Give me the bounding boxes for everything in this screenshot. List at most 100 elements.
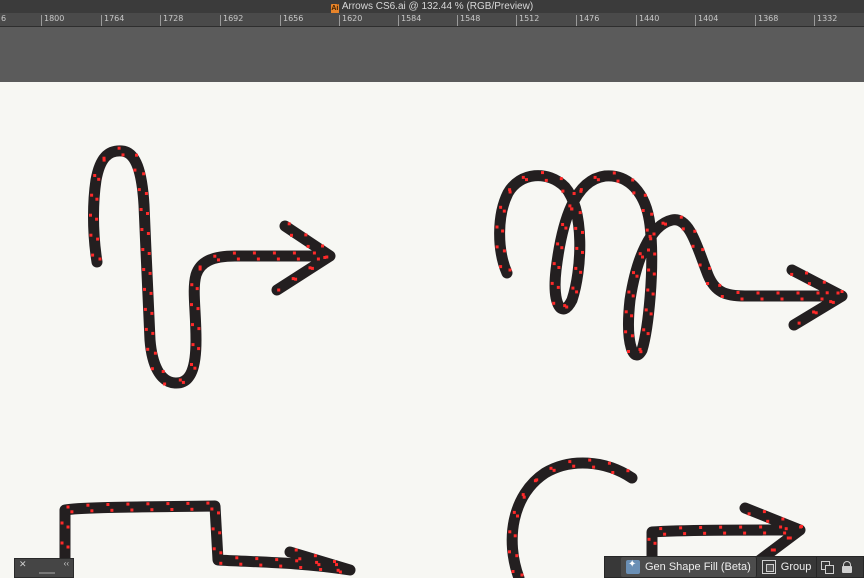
anchor-point[interactable] (501, 229, 505, 233)
anchor-point[interactable] (146, 347, 150, 351)
anchor-point[interactable] (535, 478, 539, 482)
anchor-point[interactable] (796, 291, 800, 295)
anchor-point[interactable] (552, 301, 556, 305)
anchor-point[interactable] (516, 514, 519, 518)
anchor-point[interactable] (645, 228, 649, 232)
anchor-point[interactable] (290, 233, 293, 237)
arrow-loops[interactable] (494, 170, 848, 361)
anchor-point[interactable] (110, 508, 114, 512)
anchor-point[interactable] (552, 468, 556, 472)
anchor-point[interactable] (646, 288, 650, 292)
anchor-point[interactable] (316, 257, 320, 261)
anchor-point[interactable] (91, 253, 95, 257)
anchor-point[interactable] (102, 156, 106, 160)
anchor-point[interactable] (140, 228, 144, 231)
anchor-point[interactable] (650, 212, 654, 216)
lock-icon[interactable] (841, 561, 853, 573)
anchor-point[interactable] (766, 519, 770, 523)
anchor-point[interactable] (98, 257, 102, 261)
anchor-point[interactable] (720, 295, 724, 298)
anchor-point[interactable] (578, 211, 582, 215)
anchor-point[interactable] (206, 501, 210, 505)
anchor-point[interactable] (820, 297, 824, 301)
anchor-point[interactable] (812, 310, 816, 314)
anchor-point[interactable] (579, 270, 583, 274)
anchor-point[interactable] (814, 311, 818, 315)
anchor-point[interactable] (786, 536, 790, 540)
anchor-point[interactable] (652, 272, 656, 276)
anchor-point[interactable] (512, 510, 516, 514)
anchor-point[interactable] (255, 557, 259, 561)
anchor-point[interactable] (588, 458, 592, 462)
anchor-point[interactable] (515, 554, 519, 558)
anchor-point[interactable] (616, 179, 620, 183)
anchor-point[interactable] (95, 197, 99, 201)
anchor-point[interactable] (304, 233, 308, 237)
anchor-point[interactable] (647, 537, 651, 541)
anchor-point[interactable] (193, 366, 197, 370)
anchor-point[interactable] (121, 153, 125, 157)
anchor-point[interactable] (321, 244, 324, 248)
anchor-point[interactable] (133, 168, 137, 172)
anchor-point[interactable] (502, 249, 506, 253)
anchor-point[interactable] (572, 464, 576, 468)
anchor-point[interactable] (272, 251, 276, 255)
anchor-point[interactable] (219, 551, 223, 555)
anchor-point[interactable] (151, 331, 155, 335)
anchor-point[interactable] (502, 209, 506, 213)
anchor-point[interactable] (312, 251, 316, 255)
anchor-point[interactable] (150, 508, 154, 512)
anchor-point[interactable] (800, 524, 803, 528)
anchor-point[interactable] (522, 495, 526, 499)
anchor-point[interactable] (190, 303, 193, 307)
anchor-point[interactable] (508, 188, 512, 192)
anchor-point[interactable] (550, 281, 554, 285)
anchor-point[interactable] (831, 300, 835, 304)
anchor-point[interactable] (556, 285, 560, 289)
panel-grip[interactable] (39, 572, 55, 574)
anchor-point[interactable] (147, 252, 151, 255)
anchor-point[interactable] (499, 205, 503, 209)
anchor-point[interactable] (568, 204, 572, 208)
anchor-point[interactable] (275, 558, 279, 562)
anchor-point[interactable] (277, 288, 281, 292)
anchor-point[interactable] (559, 177, 563, 181)
arrow-s-curve[interactable] (88, 145, 336, 389)
anchor-point[interactable] (296, 257, 300, 261)
close-icon[interactable]: ✕ (19, 559, 27, 570)
anchor-point[interactable] (647, 268, 651, 272)
anchor-point[interactable] (295, 559, 299, 563)
anchor-point[interactable] (298, 557, 302, 561)
anchor-point[interactable] (139, 208, 143, 211)
anchor-point[interactable] (681, 227, 685, 231)
artwork-canvas[interactable] (0, 0, 864, 578)
anchor-point[interactable] (552, 262, 556, 266)
anchor-point[interactable] (252, 251, 256, 255)
anchor-point[interactable] (840, 290, 844, 293)
anchor-point[interactable] (807, 282, 811, 286)
anchor-point[interactable] (97, 177, 101, 181)
anchor-point[interactable] (217, 511, 220, 515)
anchor-point[interactable] (780, 297, 784, 301)
anchor-point[interactable] (146, 232, 150, 235)
anchor-point[interactable] (508, 550, 511, 554)
anchor-point[interactable] (822, 280, 826, 284)
anchor-point[interactable] (739, 525, 743, 529)
anchor-point[interactable] (572, 192, 576, 195)
anchor-point[interactable] (593, 175, 597, 179)
anchor-point[interactable] (197, 327, 201, 331)
anchor-point[interactable] (736, 291, 740, 294)
anchor-point[interactable] (646, 332, 650, 336)
anchor-point[interactable] (191, 323, 194, 327)
anchor-point[interactable] (143, 287, 146, 291)
anchor-point[interactable] (149, 291, 153, 295)
anchor-point[interactable] (163, 382, 167, 386)
anchor-point[interactable] (651, 292, 655, 296)
anchor-point[interactable] (568, 460, 572, 464)
anchor-point[interactable] (89, 213, 92, 217)
anchor-point[interactable] (574, 226, 578, 230)
anchor-point[interactable] (186, 501, 190, 505)
anchor-point[interactable] (701, 248, 705, 252)
anchor-point[interactable] (779, 525, 783, 529)
anchor-point[interactable] (627, 290, 631, 294)
